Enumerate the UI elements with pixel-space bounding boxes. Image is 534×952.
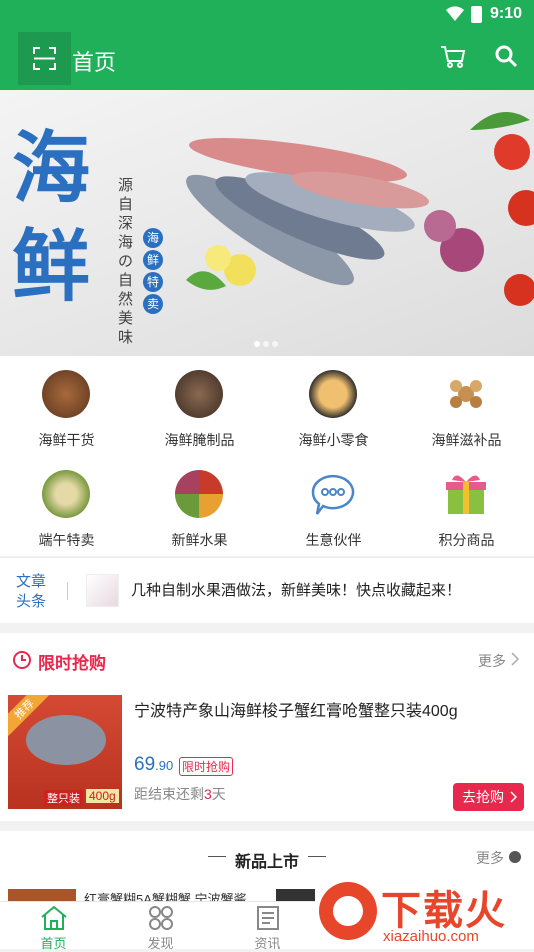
tab-discover[interactable]: 发现: [107, 902, 214, 951]
more-link[interactable]: 更多: [478, 651, 506, 671]
image-weight: 400g: [86, 789, 119, 803]
product-title[interactable]: 宁波特产象山海鲜梭子蟹红膏呛蟹整只装400g: [134, 697, 514, 721]
discover-icon: [149, 906, 173, 930]
tab-news[interactable]: 资讯: [214, 902, 321, 951]
divider: [208, 856, 226, 857]
fruit-icon: [175, 470, 223, 518]
category-label: 生意伙伴: [305, 532, 362, 548]
category-label: 海鲜腌制品: [164, 432, 235, 448]
wifi-icon: [446, 6, 464, 22]
crab-illustration: [26, 715, 106, 765]
status-bar: 9:10: [0, 0, 534, 28]
image-label: 整只装: [44, 790, 83, 806]
price-decimal: .90: [155, 758, 174, 773]
category-label: 新鲜水果: [171, 532, 228, 548]
product-price: 69.90: [134, 754, 173, 776]
category-seafood-tonic[interactable]: 海鲜滋补品: [400, 356, 533, 456]
category-label: 海鲜干货: [38, 432, 95, 448]
tab-label: 首页: [40, 936, 67, 951]
category-label: 端午特卖: [38, 532, 95, 548]
divider: [308, 856, 326, 857]
news-tag: 文章头条: [16, 573, 47, 610]
scan-button[interactable]: [18, 32, 71, 85]
download-icon: [333, 896, 363, 926]
section-title: 限时抢购: [38, 654, 106, 673]
clock-icon: [13, 651, 31, 669]
seafood-snack-icon: [309, 370, 357, 418]
cart-button[interactable]: [440, 45, 466, 74]
fish-illustration: [186, 112, 534, 306]
dried-seafood-icon: [42, 370, 90, 418]
category-grid: 海鲜干货 海鲜腌制品 海鲜小零食 海鲜滋补品 端午特卖 新鲜水果 生意伙伴 积分…: [0, 356, 534, 556]
news-icon: [257, 906, 279, 930]
promo-banner[interactable]: 海鲜 源自深海の自然美味 海 鲜 特 卖: [0, 90, 534, 356]
category-seafood-snack[interactable]: 海鲜小零食: [267, 356, 400, 456]
price-integer: 69: [134, 754, 156, 775]
countdown-suffix: 天: [211, 786, 226, 802]
seafood-tonic-icon: [450, 380, 482, 408]
chevron-right-icon: [510, 791, 518, 803]
gift-icon: [446, 475, 486, 514]
news-headline[interactable]: 几种自制水果酒做法，新鲜美味！快点收藏起来！: [131, 579, 461, 600]
cart-icon: [441, 46, 466, 68]
more-link[interactable]: 更多: [476, 848, 504, 868]
countdown-text: 距结束还剩3天: [134, 784, 226, 804]
category-pickled-seafood[interactable]: 海鲜腌制品: [133, 356, 266, 456]
chat-bubble-icon: [311, 474, 355, 515]
product-image[interactable]: [8, 889, 76, 901]
chevron-right-icon[interactable]: [510, 652, 520, 666]
flash-sale-section: 限时抢购 更多 推荐 整只装 400g 宁波特产象山海鲜梭子蟹红膏呛蟹整只装40…: [0, 633, 534, 821]
scan-icon: [33, 47, 56, 70]
pickled-seafood-icon: [175, 370, 223, 418]
pager-dot: [254, 341, 260, 347]
category-dragon-boat-sale[interactable]: 端午特卖: [0, 456, 133, 556]
search-icon: [495, 45, 518, 68]
headline-news[interactable]: 文章头条 几种自制水果酒做法，新鲜美味！快点收藏起来！: [0, 557, 534, 623]
buy-now-button[interactable]: 去抢购: [453, 783, 524, 811]
countdown-prefix: 距结束还剩: [134, 786, 204, 802]
category-business-partner[interactable]: 生意伙伴: [267, 456, 400, 556]
watermark-domain: xiazaihuo.com: [383, 928, 479, 945]
category-fresh-fruit[interactable]: 新鲜水果: [133, 456, 266, 556]
category-label: 海鲜滋补品: [431, 432, 502, 448]
category-label: 海鲜小零食: [298, 432, 369, 448]
page-title: 首页: [72, 50, 117, 75]
tab-label: 资讯: [254, 936, 281, 951]
home-icon: [41, 905, 67, 930]
countdown-days: 3: [204, 786, 212, 802]
product-title[interactable]: 红膏蟹糊5A蟹糊蟹 宁波蟹酱: [84, 889, 247, 901]
status-time: 9:10: [489, 5, 522, 22]
chevron-circle-icon[interactable]: [509, 851, 521, 863]
battery-icon: [471, 6, 482, 23]
section-title: 新品上市: [235, 854, 300, 871]
flash-tag: 限时抢购: [179, 757, 234, 776]
news-thumbnail: [86, 574, 119, 607]
product-image[interactable]: [276, 889, 316, 901]
category-dried-seafood[interactable]: 海鲜干货: [0, 356, 133, 456]
app-bar: 首页: [0, 28, 534, 90]
banner-pager: [254, 334, 281, 352]
tab-home[interactable]: 首页: [0, 902, 107, 951]
buy-button-label: 去抢购: [462, 789, 504, 805]
pager-dot: [272, 341, 278, 347]
search-button[interactable]: [494, 44, 518, 73]
category-label: 积分商品: [438, 532, 495, 548]
watermark: 下载火 xiazaihuo.com: [315, 876, 534, 949]
tab-label: 发现: [147, 936, 174, 951]
product-image[interactable]: 推荐 整只装 400g: [8, 695, 122, 809]
divider: [67, 582, 68, 600]
category-points-goods[interactable]: 积分商品: [400, 456, 533, 556]
zongzi-icon: [42, 470, 90, 518]
pager-dot: [263, 341, 269, 347]
